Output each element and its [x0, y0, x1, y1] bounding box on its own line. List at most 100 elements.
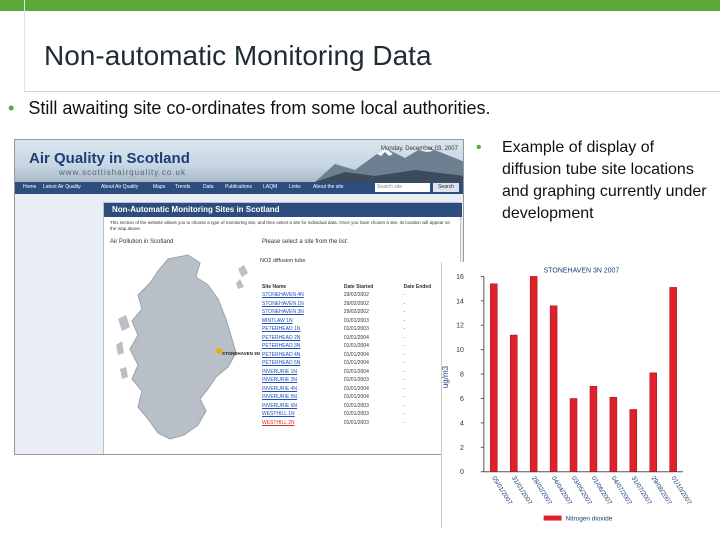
date-started-cell: 01/01/2004 — [343, 360, 369, 367]
site-name-link[interactable]: WESTHILL 1N — [260, 410, 342, 419]
x-tick-label: 05/01/2007 — [490, 475, 513, 507]
top-accent-bar — [0, 0, 720, 11]
scotland-map[interactable] — [108, 249, 258, 449]
site-name-link[interactable]: INVERURIE 6N — [260, 402, 342, 411]
y-tick-label: 4 — [460, 420, 464, 427]
legend-swatch — [543, 515, 562, 521]
bullet-1-text: Still awaiting site co-ordinates from so… — [28, 98, 491, 118]
list-label: Please select a site from the list: — [262, 239, 349, 245]
table-row[interactable]: STONEHAVEN 1N 29/02/2002- — [260, 300, 458, 309]
site-name-link[interactable]: WESTHILL 2N — [260, 419, 342, 428]
bar — [609, 397, 618, 472]
date-started-cell: 29/02/2002 — [343, 300, 369, 307]
site-name-link[interactable]: PETERHEAD 4N — [260, 351, 342, 360]
bar — [629, 409, 638, 472]
table-row[interactable]: STONEHAVEN 3N 29/02/2002- — [260, 308, 458, 317]
monitoring-panel: Non-Automatic Monitoring Sites in Scotla… — [103, 202, 462, 454]
chart-title: STONEHAVEN 3N 2007 — [544, 267, 620, 274]
site-name-link[interactable]: PETERHEAD 1N — [260, 325, 342, 334]
date-started-cell: 29/02/2002 — [343, 292, 369, 299]
nav-about-air-quality[interactable]: About Air Quality — [101, 184, 138, 190]
y-tick-label: 16 — [456, 274, 464, 281]
table-row[interactable]: INVERURIE 6N 01/01/2003- — [260, 402, 458, 411]
site-search-button[interactable]: Search — [433, 183, 459, 192]
y-tick-label: 12 — [456, 323, 464, 330]
site-name-link[interactable]: INVERURIE 3N — [260, 376, 342, 385]
site-name-link[interactable]: PETERHEAD 3N — [260, 342, 342, 351]
table-row[interactable]: PETERHEAD 4N 01/01/2004- — [260, 351, 458, 360]
title-divider-vertical — [24, 0, 25, 92]
date-started-cell: 01/01/2004 — [343, 334, 369, 341]
table-row[interactable]: INVERURIE 5N 01/01/2004- — [260, 393, 458, 402]
site-name-link[interactable]: INVERURIE 5N — [260, 393, 342, 402]
site-search-input[interactable]: Search site — [375, 183, 430, 192]
y-tick-label: 14 — [456, 298, 464, 305]
site-name-link[interactable]: MINTLAW 1N — [260, 317, 342, 326]
col-site-name: Site Name — [262, 284, 287, 290]
y-tick-label: 6 — [460, 396, 464, 403]
site-name-link[interactable]: PETERHEAD 2N — [260, 334, 342, 343]
nav-latest-air-quality[interactable]: Latest Air Quality — [43, 184, 81, 190]
bar — [569, 398, 578, 472]
table-row[interactable]: PETERHEAD 2N 01/01/2004- — [260, 334, 458, 343]
table-row[interactable]: INVERURIE 1N 01/01/2004- — [260, 368, 458, 377]
site-url: www.scottishairquality.co.uk — [59, 168, 186, 177]
no2-bar-chart: STONEHAVEN 3N 2007 0 2 4 6 8 10 12 14 16 ug/m3 05/0… — [441, 262, 719, 528]
nav-maps[interactable]: Maps — [153, 184, 165, 190]
table-row[interactable]: WESTHILL 2N 01/01/2003- — [260, 419, 458, 428]
date-started-cell: 01/01/2004 — [343, 394, 369, 401]
date-started-cell: 01/01/2003 — [343, 377, 369, 384]
y-tick-label: 10 — [456, 347, 464, 354]
panel-title: Non-Automatic Monitoring Sites in Scotla… — [104, 203, 462, 217]
bar — [510, 334, 518, 472]
title-divider — [24, 91, 720, 92]
site-marker-label: STONEHAVEN 3N — [222, 351, 260, 356]
site-name-link[interactable]: STONEHAVEN 1N — [260, 300, 342, 309]
site-name-link[interactable]: PETERHEAD 5N — [260, 359, 342, 368]
table-row[interactable]: PETERHEAD 3N 01/01/2004- — [260, 342, 458, 351]
site-banner: Air Quality in Scotland www.scottishairq… — [15, 140, 463, 182]
y-tick-label: 2 — [460, 445, 464, 452]
bullet-1: • Still awaiting site co-ordinates from s… — [8, 98, 491, 119]
table-row[interactable]: PETERHEAD 1N 01/01/2003- — [260, 325, 458, 334]
bar — [589, 386, 598, 472]
bar — [549, 305, 558, 472]
bar — [490, 283, 498, 472]
nav-laqm[interactable]: LAQM — [263, 184, 277, 190]
nav-about-site[interactable]: About the site — [313, 184, 344, 190]
table-row[interactable]: WESTHILL 1N 01/01/2003- — [260, 410, 458, 419]
bar — [529, 276, 538, 472]
nav-links[interactable]: Links — [289, 184, 301, 190]
y-tick-label: 0 — [460, 469, 464, 476]
website-screenshot: Air Quality in Scotland www.scottishairq… — [14, 139, 464, 455]
site-table: Site Name Date Started Date Ended STONEH… — [260, 283, 458, 427]
table-row[interactable]: INVERURIE 3N 01/01/2003- — [260, 376, 458, 385]
site-date: Monday, December 03, 2007 — [381, 146, 458, 152]
date-started-cell: 01/01/2003 — [343, 411, 369, 418]
col-date-started: Date Started — [343, 284, 374, 290]
date-started-cell: 01/01/2004 — [343, 385, 369, 392]
nav-data[interactable]: Data — [203, 184, 214, 190]
date-started-cell: 01/01/2003 — [343, 402, 369, 409]
date-started-cell: 01/01/2004 — [343, 368, 369, 375]
site-name-link[interactable]: INVERURIE 4N — [260, 385, 342, 394]
table-row[interactable]: INVERURIE 4N 01/01/2004- — [260, 385, 458, 394]
date-started-cell: 01/01/2003 — [343, 419, 369, 426]
site-name-link[interactable]: STONEHAVEN 4N — [260, 291, 342, 300]
bullet-2-text: Example of display of diffusion tube sit… — [502, 139, 707, 222]
legend-label: Nitrogen dioxide — [566, 516, 613, 523]
table-row[interactable]: MINTLAW 1N 01/01/2003- — [260, 317, 458, 326]
table-row[interactable]: PETERHEAD 5N 01/01/2004- — [260, 359, 458, 368]
nav-publications[interactable]: Publications — [225, 184, 252, 190]
slide-title: Non-automatic Monitoring Data — [44, 40, 432, 71]
map-label: Air Pollution in Scotland — [110, 239, 174, 245]
site-name-link[interactable]: STONEHAVEN 3N — [260, 308, 342, 317]
y-tick-label: 8 — [460, 372, 464, 379]
diffusion-tube-label: NO2 diffusion tube — [260, 258, 306, 264]
site-name-link[interactable]: INVERURIE 1N — [260, 368, 342, 377]
nav-trends[interactable]: Trends — [175, 184, 190, 190]
date-started-cell: 01/01/2004 — [343, 343, 369, 350]
table-row[interactable]: STONEHAVEN 4N 29/02/2002- — [260, 291, 458, 300]
nav-home[interactable]: Home — [23, 184, 36, 190]
y-axis-label: ug/m3 — [441, 365, 450, 388]
